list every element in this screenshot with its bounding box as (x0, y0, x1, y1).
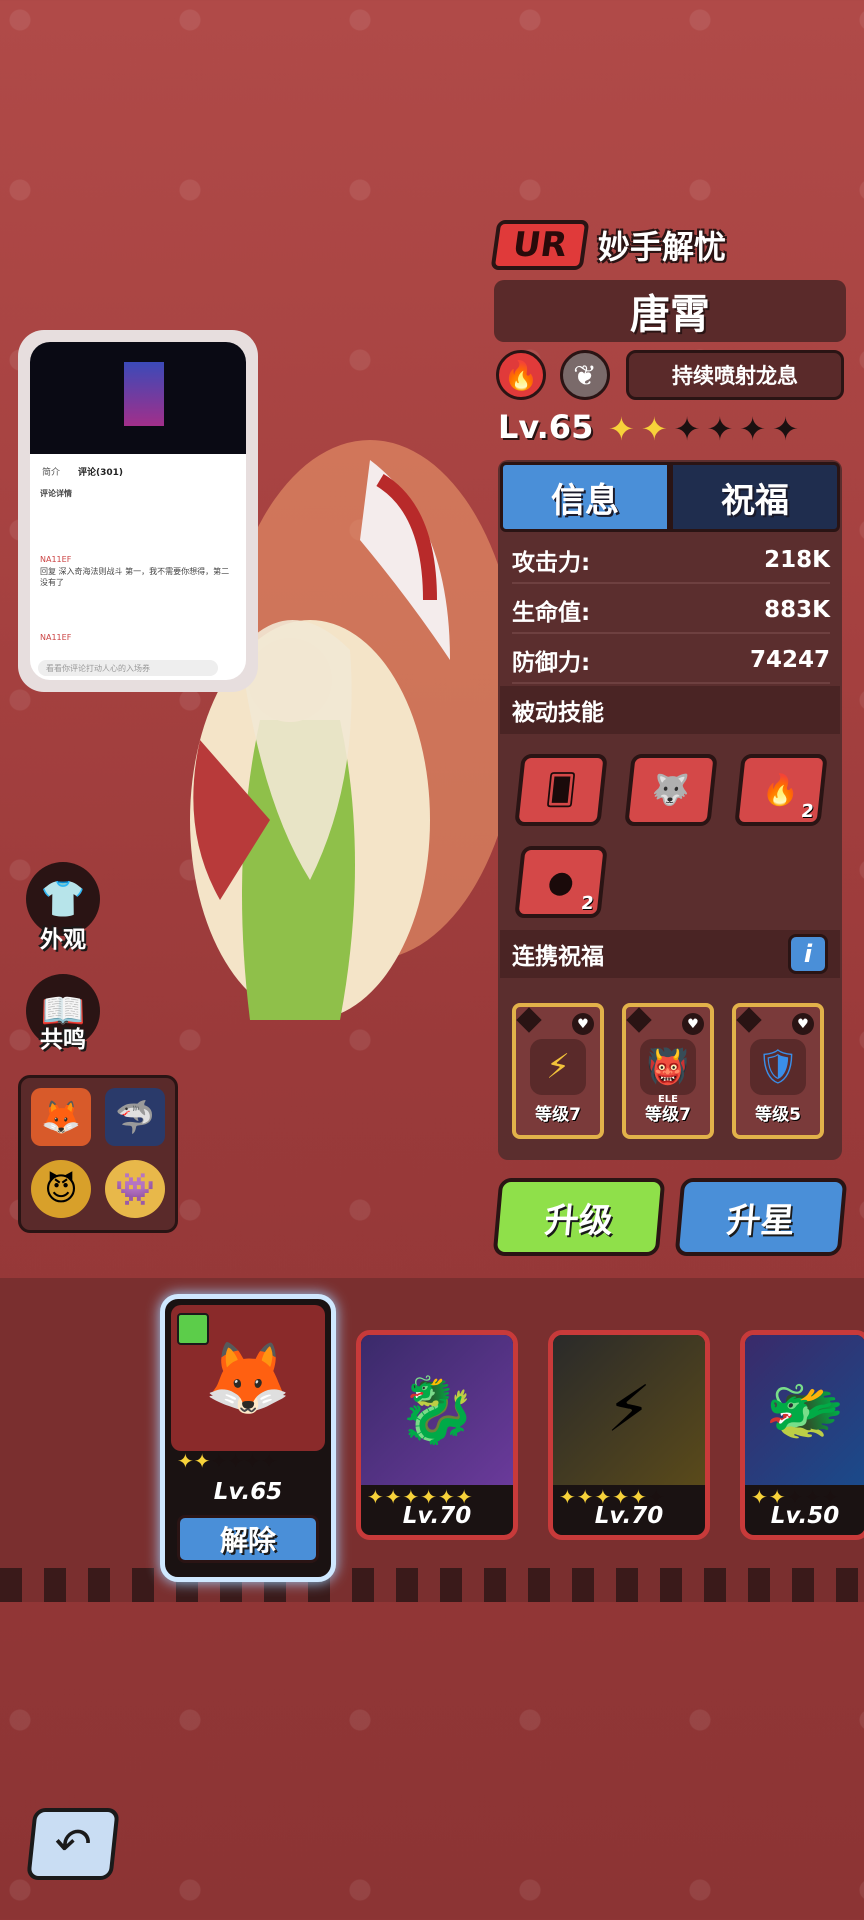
back-arrow-icon: ↶ (51, 1818, 95, 1870)
roster-card[interactable]: 🐲 ✦✦✦✦✦ Lv.50 (740, 1330, 864, 1540)
thunder-bird-icon: ⚡ (553, 1335, 705, 1485)
star-empty-icon: ✦ (772, 410, 805, 448)
star-filled-icon: ✦ (640, 410, 674, 448)
back-button[interactable]: ↶ (26, 1808, 120, 1880)
blessing-item-demon[interactable]: ♥ 👹 ELE 等级7 (622, 1003, 714, 1139)
phone-tabs: 简介 评论(301) (30, 460, 246, 482)
passive-skills-heading: 被动技能 (500, 686, 840, 734)
blessing-item-lightning[interactable]: ♥ ⚡ 等级7 (512, 1003, 604, 1139)
appearance-label: 外观 (40, 927, 86, 953)
phone-comment-input[interactable]: 看看你评论打动人心的入场券 (38, 660, 218, 676)
phone-screen: 简介 评论(301) 评论详情 NA11EF 回复 深入奇海法则战斗 第一，我不… (30, 342, 246, 680)
star-empty-icon: ✦ (673, 410, 707, 448)
info-button[interactable]: i (788, 934, 828, 974)
cards-dice-icon[interactable]: 🂠 (514, 754, 608, 826)
orbs-icon[interactable]: ● 2 (514, 846, 608, 918)
fire-icon[interactable]: 🔥 (496, 350, 546, 400)
hero-stars: ✦✦✦✦✦✦ (608, 410, 805, 448)
phone-section-title: 评论详情 (40, 489, 72, 498)
phone-overlay: 简介 评论(301) 评论详情 NA11EF 回复 深入奇海法则战斗 第一，我不… (18, 330, 258, 692)
resonance-label: 共鸣 (40, 1027, 86, 1053)
phone-user-2: NA11EF (40, 633, 72, 642)
phone-tab-intro[interactable]: 简介 (42, 465, 60, 478)
diamond-icon (516, 1007, 542, 1033)
diamond-icon (626, 1007, 652, 1033)
companion-demon-icon[interactable]: 😈 (31, 1160, 91, 1218)
card-stars: ✦✦✦✦✦✦ (177, 1449, 278, 1473)
stat-label: 防御力: (512, 650, 591, 676)
stat-defense: 防御力: 74247 (512, 638, 830, 684)
phone-tab-comments[interactable]: 评论(301) (78, 465, 123, 478)
demon-face-icon: 👹 (640, 1039, 696, 1095)
roster-card[interactable]: ⚡ ✦✦✦✦✦✦ Lv.70 (548, 1330, 710, 1540)
tab-blessing[interactable]: 祝福 (670, 462, 840, 532)
roster-spike-border (0, 1568, 864, 1602)
stat-value: 883K (764, 597, 830, 623)
shirt-icon: 👕 (40, 879, 86, 920)
upgrade-button[interactable]: 升级 (492, 1178, 666, 1256)
blessing-item-shield[interactable]: ♥ 🛡 等级5 (732, 1003, 824, 1139)
star-up-button[interactable]: 升星 (674, 1178, 848, 1256)
stat-value: 74247 (749, 647, 830, 673)
shield-icon: 🛡 (750, 1039, 806, 1095)
heart-icon: ♥ (682, 1013, 704, 1035)
hero-name: 唐霄 (494, 280, 846, 342)
hero-title: 妙手解忧 (598, 228, 727, 266)
phone-user: NA11EF (40, 555, 72, 564)
roster-card-selected[interactable]: 🦊 ✦✦✦✦✦✦ Lv.65 解除 (160, 1294, 336, 1582)
lightning-icon: ⚡ (530, 1039, 586, 1095)
unequip-button[interactable]: 解除 (177, 1515, 319, 1563)
stat-label: 攻击力: (512, 550, 591, 576)
blessing-level: 等级5 (755, 1105, 801, 1125)
tab-info[interactable]: 信息 (500, 462, 670, 532)
blessing-level: 等级7 (645, 1105, 691, 1125)
stat-value: 218K (764, 547, 830, 573)
card-level: Lv.70 (402, 1503, 472, 1529)
panel-tabs: 信息 祝福 (500, 462, 840, 532)
dragon-yellow-icon: 🐉 (361, 1335, 513, 1485)
feather-icon[interactable]: ❦ (560, 350, 610, 400)
rarity-badge: UR (490, 220, 590, 270)
video-poster (124, 362, 164, 426)
companion-fox-icon[interactable]: 🦊 (31, 1088, 91, 1146)
equipped-badge-icon (177, 1313, 209, 1345)
companion-grid: 🦊 🦈 😈 👾 (18, 1075, 178, 1233)
skill-name-button[interactable]: 持续喷射龙息 (626, 350, 844, 400)
companion-blue-monster-icon[interactable]: 👾 (105, 1160, 165, 1218)
shadow-dragon-icon: 🐲 (745, 1335, 864, 1485)
flames-icon[interactable]: 🔥 2 (734, 754, 828, 826)
star-filled-icon: ✦ (608, 410, 641, 448)
roster-card[interactable]: 🐉 ✦✦✦✦✦✦ Lv.70 (356, 1330, 518, 1540)
card-level: Lv.70 (594, 1503, 664, 1529)
stat-label: 生命值: (512, 600, 591, 626)
diamond-icon (736, 1007, 762, 1033)
beast-head-icon[interactable]: 🐺 (624, 754, 718, 826)
stat-attack: 攻击力: 218K (512, 538, 830, 584)
heart-icon: ♥ (572, 1013, 594, 1035)
hero-level: Lv.65 (498, 408, 594, 446)
stat-hp: 生命值: 883K (512, 588, 830, 634)
companion-shark-icon[interactable]: 🦈 (105, 1088, 165, 1146)
blessing-level: 等级7 (535, 1105, 581, 1125)
heart-icon: ♥ (792, 1013, 814, 1035)
star-empty-icon: ✦ (739, 410, 773, 448)
card-level: Lv.50 (770, 1503, 840, 1529)
star-empty-icon: ✦ (706, 410, 740, 448)
card-level: Lv.65 (213, 1479, 283, 1505)
phone-comment: 回复 深入奇海法则战斗 第一，我不需要你想得，第二没有了 (40, 567, 230, 587)
video-area[interactable] (30, 342, 246, 454)
